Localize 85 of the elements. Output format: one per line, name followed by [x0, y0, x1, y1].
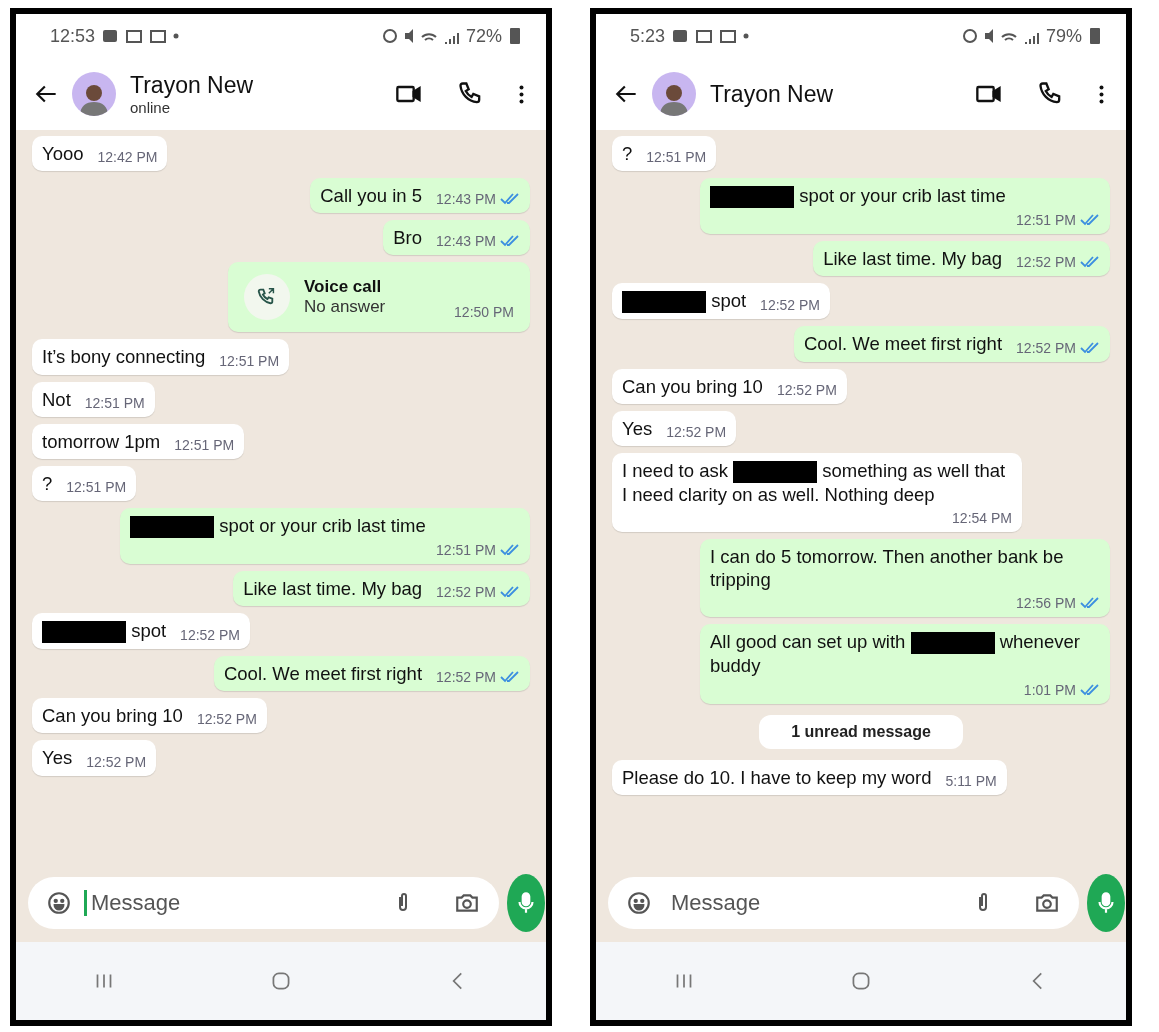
mute-icon — [403, 28, 414, 44]
message-text: Please do 10. I have to keep my word — [622, 765, 932, 789]
message-text: spot — [622, 289, 747, 314]
contact-name: Trayon New — [130, 72, 254, 99]
emoji-icon — [46, 890, 72, 916]
message-text: spot or your crib last time — [710, 184, 1006, 209]
message-time: 12:54 PM — [952, 510, 1012, 527]
message-time: 12:51 PM — [219, 352, 280, 369]
message-input[interactable]: Message — [664, 890, 959, 916]
microphone-button[interactable] — [1087, 874, 1125, 932]
battery-icon — [1088, 25, 1102, 47]
battery-icon — [508, 25, 522, 47]
status-time: 5:23 — [630, 25, 666, 47]
message-text: Yes — [622, 416, 653, 440]
message-time: 12:51 PM — [66, 478, 127, 495]
battery-percentage: 79% — [1045, 25, 1082, 47]
message-time: 5:11 PM — [945, 772, 997, 789]
dot-icon — [743, 33, 750, 39]
avatar[interactable] — [72, 72, 116, 116]
mail-icon — [125, 28, 144, 44]
message-text: Like last time. My bag — [823, 247, 1003, 271]
message-text: spot or your crib last time — [130, 513, 426, 538]
message-time: 1:01 PM — [1023, 681, 1076, 698]
message-text: I can do 5 tomorrow. Then another bank be tripping — [710, 545, 1065, 592]
message-time: 12:52 PM — [436, 669, 496, 686]
alarm-icon — [961, 28, 978, 44]
mail-icon — [149, 28, 168, 44]
battery-percentage: 72% — [465, 25, 502, 47]
message-time: 12:42 PM — [97, 149, 158, 166]
mute-icon — [983, 28, 994, 44]
message-text: tomorrow 1pm — [42, 429, 161, 453]
avatar[interactable] — [652, 72, 696, 116]
message-time: 12:51 PM — [436, 542, 496, 558]
message-time: 12:52 PM — [196, 711, 257, 728]
message-text: ? — [42, 471, 53, 495]
more-options-icon — [1099, 84, 1104, 104]
message-time: 12:43 PM — [436, 191, 496, 208]
message-text: I need to ask something as well that I need clarity on as well. Nothing deep — [622, 458, 1007, 507]
message-text: All good can set up with whenever buddy — [710, 630, 1081, 678]
message-time: 12:50 PM — [454, 304, 514, 321]
message-text: ? — [622, 142, 633, 166]
contact-status: online — [130, 99, 172, 116]
message-time: 12:52 PM — [776, 381, 837, 398]
message-text: Bro — [393, 226, 423, 250]
call-status: No answer — [304, 297, 386, 318]
microphone-button[interactable] — [507, 874, 545, 932]
message-text: Yes — [42, 746, 73, 770]
message-text: Like last time. My bag — [243, 577, 423, 601]
message-time: 12:52 PM — [1016, 339, 1076, 356]
message-text: Cool. We meet first right — [223, 662, 423, 686]
mail-icon — [719, 28, 738, 44]
message-text: Cool. We meet first right — [803, 332, 1003, 356]
message-input-field[interactable]: Message — [28, 877, 499, 929]
message-input-field[interactable]: Message — [608, 877, 1079, 929]
message-text: Not — [42, 387, 71, 411]
status-time: 12:53 — [50, 25, 96, 47]
message-time: 12:51 PM — [646, 149, 707, 166]
message-time: 12:56 PM — [1016, 595, 1076, 612]
message-time: 12:52 PM — [1016, 254, 1076, 271]
call-title: Voice call — [304, 277, 383, 298]
message-time: 12:51 PM — [84, 394, 145, 411]
alarm-icon — [381, 28, 398, 44]
message-input[interactable]: Message — [84, 890, 379, 916]
message-text: It’s bony connecting — [42, 345, 206, 369]
more-options-icon — [519, 84, 524, 104]
message-time: 12:52 PM — [180, 627, 241, 644]
message-time: 12:52 PM — [666, 423, 727, 440]
wifi-icon — [999, 30, 1018, 42]
message-time: 12:52 PM — [86, 753, 147, 770]
message-text: Can you bring 10 — [42, 704, 183, 728]
message-time: 12:52 PM — [760, 297, 821, 314]
message-text: Can you bring 10 — [622, 374, 763, 398]
mail-icon — [695, 28, 714, 44]
wifi-icon — [419, 30, 438, 42]
message-time: 12:52 PM — [436, 584, 496, 601]
message-text: Call you in 5 — [320, 184, 423, 208]
message-text: Yooo — [42, 142, 84, 166]
message-time: 12:51 PM — [174, 436, 235, 453]
unread-divider: 1 unread message — [759, 714, 963, 749]
dot-icon — [173, 33, 180, 39]
message-time: 12:43 PM — [436, 233, 496, 250]
emoji-icon — [626, 890, 652, 916]
message-text: spot — [42, 619, 167, 644]
contact-name: Trayon New — [710, 80, 834, 108]
message-time: 12:51 PM — [1016, 212, 1076, 229]
